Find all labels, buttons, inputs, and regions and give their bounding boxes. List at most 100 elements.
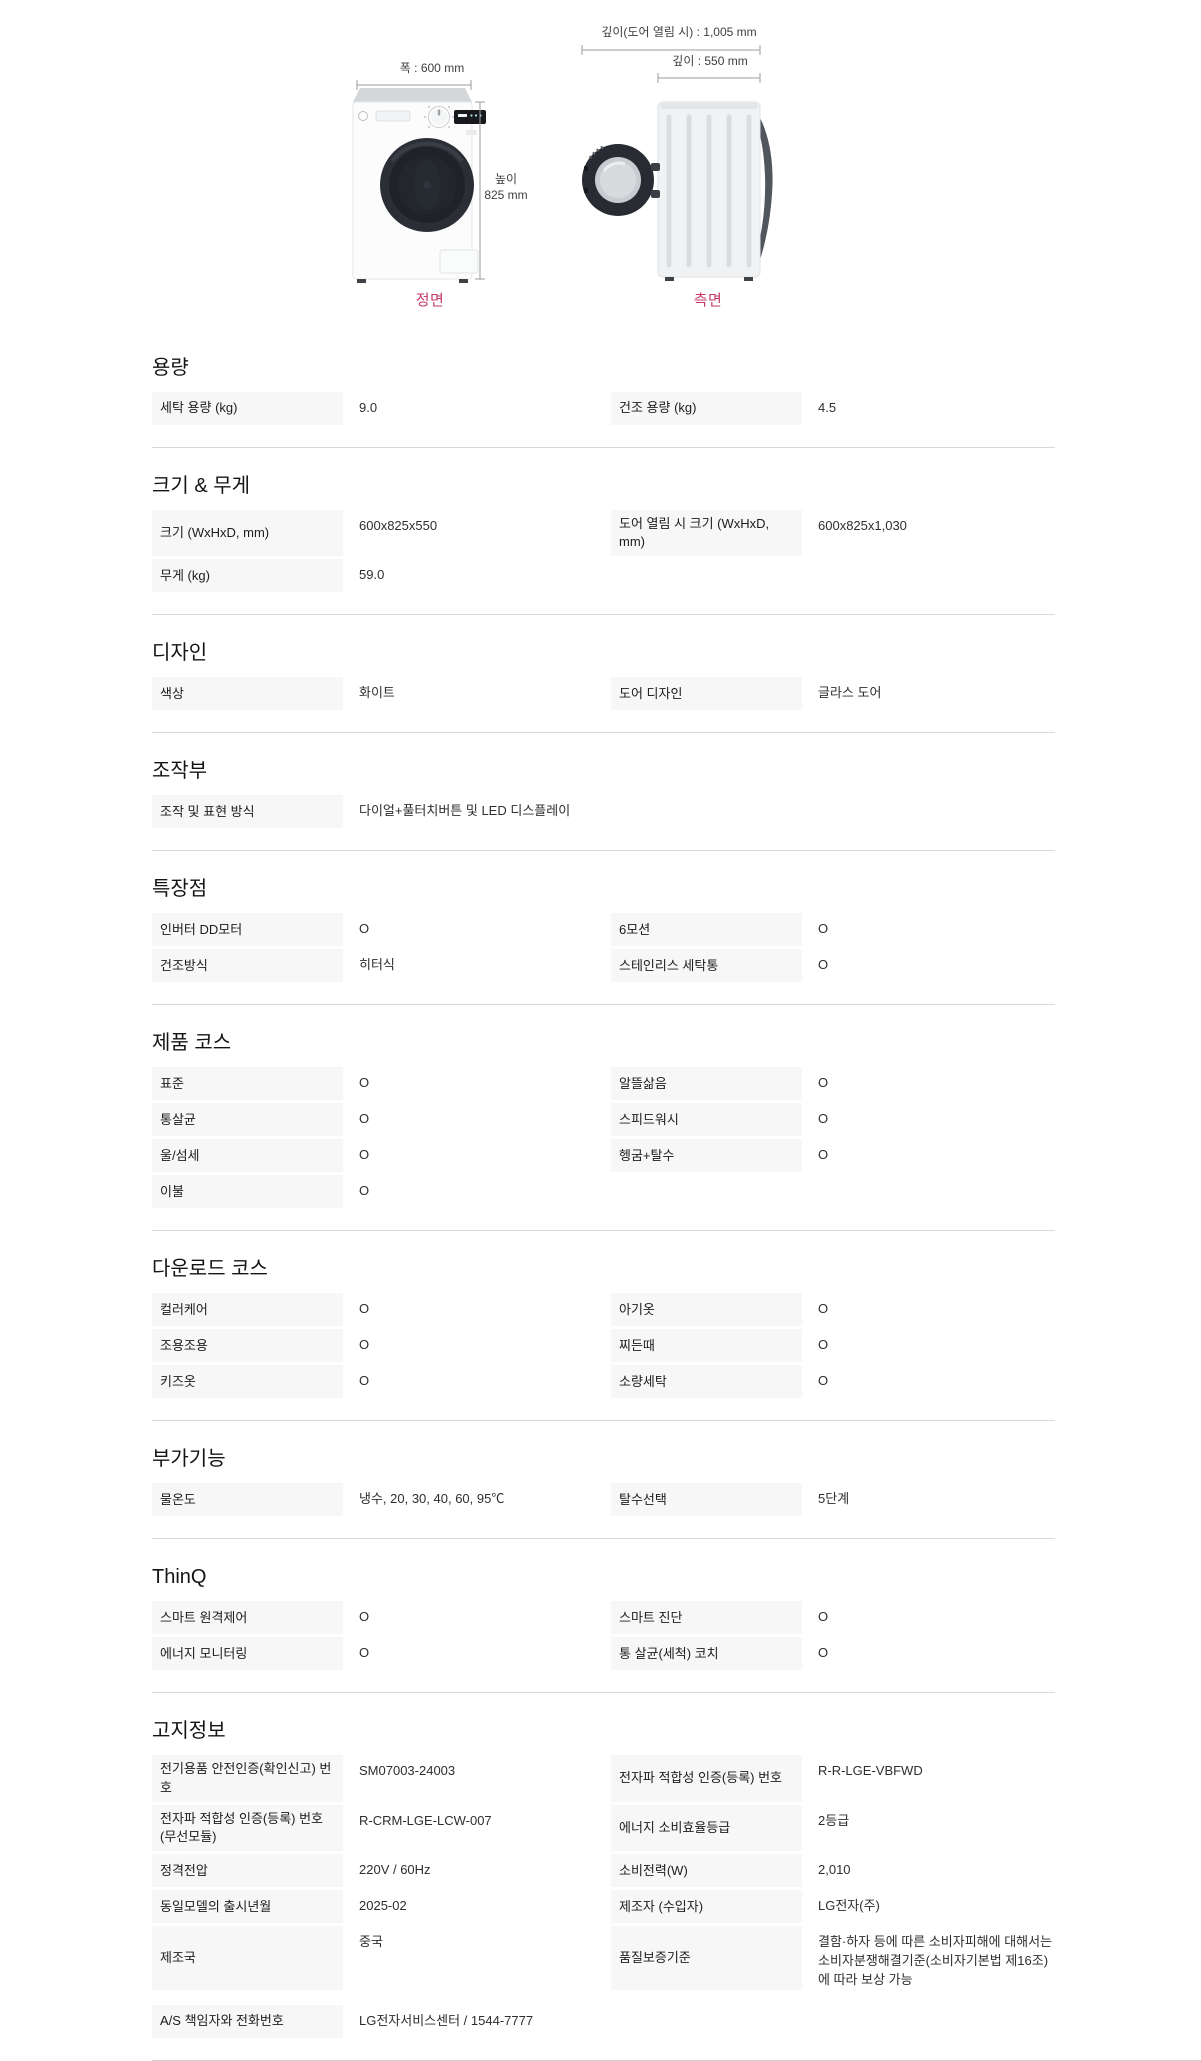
spec-label: 도어 열림 시 크기 (WxHxD, mm)	[611, 510, 802, 556]
spec-label: 에너지 소비효율등급	[611, 1805, 802, 1851]
spec-label: 색상	[152, 677, 343, 710]
side-top-edge	[660, 103, 758, 109]
spec-value: 5단계	[818, 1483, 1055, 1516]
spec-value: O	[818, 1365, 1055, 1398]
spec-value: 600x825x550	[359, 510, 611, 556]
spec-label: 스피드워시	[611, 1103, 802, 1136]
spec-value: 600x825x1,030	[818, 510, 1055, 556]
spec-value: O	[359, 1329, 611, 1362]
product-dimension-figures: 폭 : 600 mm	[0, 0, 1201, 322]
front-height-dimension-label-line2: 825 mm	[484, 188, 527, 202]
spec-value: O	[818, 1637, 1055, 1670]
spec-section: 제품 코스표준O알뜰삶음O통살균O스피드워시O울/섬세O헹굼+탈수O이불O	[152, 1005, 1055, 1231]
spec-label: 헹굼+탈수	[611, 1139, 802, 1172]
spec-label: 6모션	[611, 913, 802, 946]
spec-section: 부가기능물온도냉수, 20, 30, 40, 60, 95℃탈수선택5단계	[152, 1421, 1055, 1539]
spec-row: 제조국중국품질보증기준결함·하자 등에 따른 소비자피해에 대해서는 소비자분쟁…	[152, 1926, 1055, 1990]
spec-label: 세탁 용량 (kg)	[152, 392, 343, 425]
spec-row: 키즈옷O소량세탁O	[152, 1365, 1055, 1398]
spec-section: 조작부조작 및 표현 방식다이얼+풀터치버튼 및 LED 디스플레이	[152, 733, 1055, 851]
spec-label: A/S 책임자와 전화번호	[152, 2005, 343, 2038]
spec-row: 크기 (WxHxD, mm)600x825x550도어 열림 시 크기 (WxH…	[152, 510, 1055, 556]
spec-value: O	[818, 1601, 1055, 1634]
spec-value: 220V / 60Hz	[359, 1854, 611, 1887]
spec-label: 제조자 (수입자)	[611, 1890, 802, 1923]
spec-row: 표준O알뜰삶음O	[152, 1067, 1055, 1100]
spec-row: 무게 (kg) 59.0	[152, 559, 1055, 592]
spec-value: O	[359, 1067, 611, 1100]
spec-row: 이불O	[152, 1175, 1055, 1208]
spec-value: O	[359, 913, 611, 946]
spec-label: 키즈옷	[152, 1365, 343, 1398]
spec-row: 통살균O스피드워시O	[152, 1103, 1055, 1136]
spec-section: 고지정보전기용품 안전인증(확인신고) 번호SM07003-24003전자파 적…	[152, 1693, 1055, 2061]
service-flap	[440, 250, 478, 273]
section-title: 제품 코스	[152, 1032, 1055, 1054]
section-title: 용량	[152, 357, 1055, 379]
spec-value: O	[359, 1139, 611, 1172]
led-display	[454, 110, 486, 124]
spec-label: 물온도	[152, 1483, 343, 1516]
spec-value: O	[818, 1103, 1055, 1136]
spec-label: 도어 디자인	[611, 677, 802, 710]
spec-value: O	[359, 1293, 611, 1326]
spec-section: ThinQ스마트 원격제어O스마트 진단O에너지 모니터링O통 살균(세척) 코…	[152, 1539, 1055, 1693]
spec-value: 59.0	[359, 559, 611, 592]
spec-label: 조작 및 표현 방식	[152, 795, 343, 828]
spec-label: 소량세탁	[611, 1365, 802, 1398]
spec-label: 아기옷	[611, 1293, 802, 1326]
spec-row: 물온도냉수, 20, 30, 40, 60, 95℃탈수선택5단계	[152, 1483, 1055, 1516]
spec-row: 건조방식히터식스테인리스 세탁통O	[152, 949, 1055, 982]
spec-value: R-R-LGE-VBFWD	[818, 1755, 1055, 1801]
spec-value: O	[818, 1329, 1055, 1362]
spec-label: 울/섬세	[152, 1139, 343, 1172]
spec-value: 4.5	[818, 392, 1055, 425]
spec-row: 스마트 원격제어O스마트 진단O	[152, 1601, 1055, 1634]
side-view-label: 측면	[694, 289, 723, 310]
washer-feet	[357, 279, 468, 283]
section-title: 조작부	[152, 760, 1055, 782]
spec-label: 통살균	[152, 1103, 343, 1136]
thinq-badge	[466, 130, 477, 135]
spec-row: 조작 및 표현 방식다이얼+풀터치버튼 및 LED 디스플레이	[152, 795, 1055, 828]
spec-value: O	[818, 1067, 1055, 1100]
spec-value: 냉수, 20, 30, 40, 60, 95℃	[359, 1483, 611, 1516]
spec-section: 용량세탁 용량 (kg) 9.0건조 용량 (kg) 4.5	[152, 322, 1055, 448]
spec-label: 전기용품 안전인증(확인신고) 번호	[152, 1755, 343, 1801]
spec-label: 건조방식	[152, 949, 343, 982]
detergent-drawer	[376, 111, 410, 121]
spec-section: 특장점인버터 DD모터O6모션O건조방식히터식스테인리스 세탁통O	[152, 851, 1055, 1005]
spec-label: 건조 용량 (kg)	[611, 392, 802, 425]
spec-label: 무게 (kg)	[152, 559, 343, 592]
spec-label: 소비전력(W)	[611, 1854, 802, 1887]
spec-value: 결함·하자 등에 따른 소비자피해에 대해서는 소비자분쟁해결기준(소비자기본법…	[818, 1926, 1055, 1990]
spec-value: SM07003-24003	[359, 1755, 611, 1801]
spec-label: 스마트 원격제어	[152, 1601, 343, 1634]
spec-section: 디자인색상화이트도어 디자인글라스 도어	[152, 615, 1055, 733]
spec-label: 품질보증기준	[611, 1926, 802, 1990]
spec-value: O	[359, 1601, 611, 1634]
spec-label: 통 살균(세척) 코치	[611, 1637, 802, 1670]
section-title: 다운로드 코스	[152, 1258, 1055, 1280]
front-width-dimension-label: 폭 : 600 mm	[400, 61, 464, 75]
spec-label: 정격전압	[152, 1854, 343, 1887]
spec-label: 스테인리스 세탁통	[611, 949, 802, 982]
spec-value: 히터식	[359, 949, 611, 982]
spec-label: 조용조용	[152, 1329, 343, 1362]
side-depth-open-dimension-label: 깊이(도어 열림 시) : 1,005 mm	[601, 25, 756, 39]
spec-value: 9.0	[359, 392, 611, 425]
spec-label: 전자파 적합성 인증(등록) 번호	[611, 1755, 802, 1801]
spec-label: 이불	[152, 1175, 343, 1208]
spec-section: 다운로드 코스컬러케어O아기옷O조용조용O찌든때O키즈옷O소량세탁O	[152, 1231, 1055, 1421]
spec-row: 인버터 DD모터O6모션O	[152, 913, 1055, 946]
spec-label: 인버터 DD모터	[152, 913, 343, 946]
spec-row: A/S 책임자와 전화번호LG전자서비스센터 / 1544-7777	[152, 2005, 1055, 2038]
spec-row: 색상화이트도어 디자인글라스 도어	[152, 677, 1055, 710]
spec-value: O	[818, 1293, 1055, 1326]
side-depth-dimension-label: 깊이 : 550 mm	[672, 54, 747, 68]
spec-label: 제조국	[152, 1926, 343, 1990]
washer-top-face	[353, 88, 472, 102]
spec-section: 크기 & 무게크기 (WxHxD, mm)600x825x550도어 열림 시 …	[152, 448, 1055, 615]
spec-label: 알뜰삶음	[611, 1067, 802, 1100]
spec-label: 전자파 적합성 인증(등록) 번호 (무선모듈)	[152, 1805, 343, 1851]
